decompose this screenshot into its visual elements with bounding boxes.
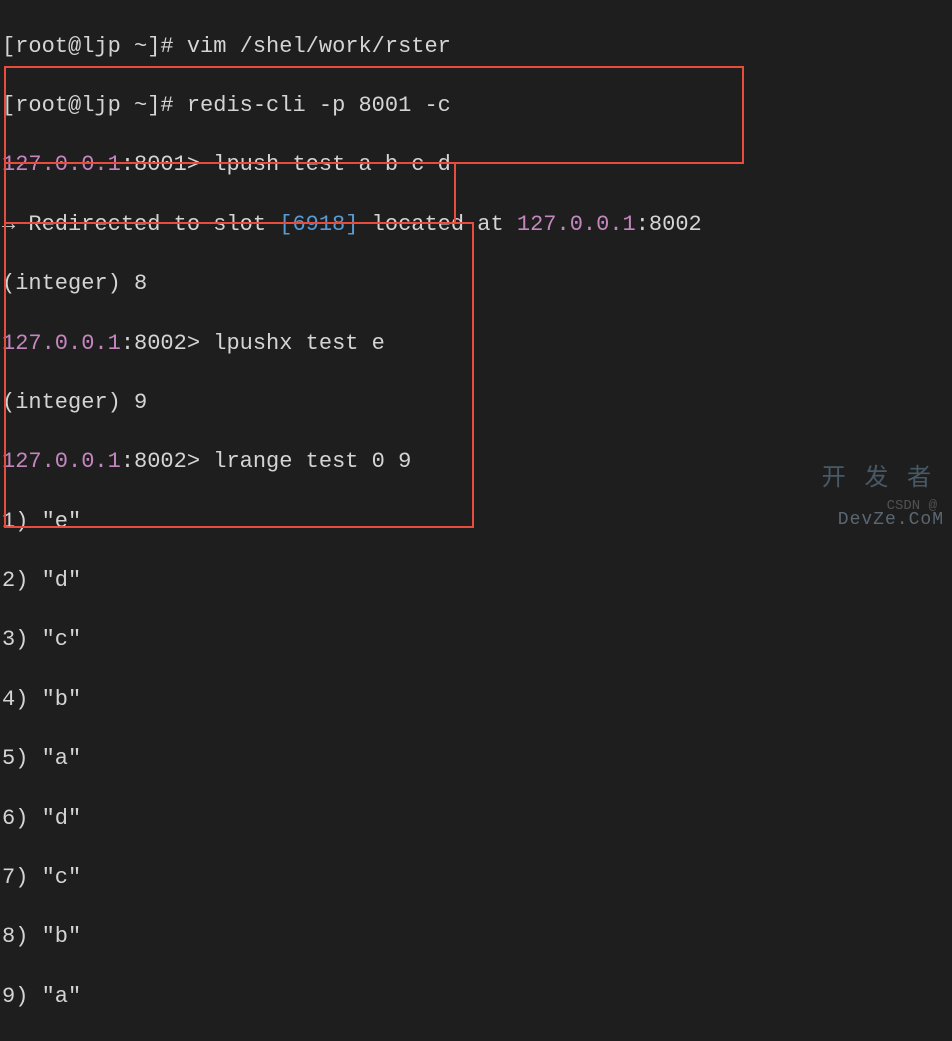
list-item: 3) "c"	[2, 625, 950, 655]
redis-result-2: (integer) 9	[2, 388, 950, 418]
list-item: 8) "b"	[2, 922, 950, 952]
list-item: 4) "b"	[2, 685, 950, 715]
redis-cmd-lrange: 127.0.0.1:8002> lrange test 0 9	[2, 447, 950, 477]
redis-result-1: (integer) 8	[2, 269, 950, 299]
redis-cmd-lpushx: 127.0.0.1:8002> lpushx test e	[2, 329, 950, 359]
list-item: 5) "a"	[2, 744, 950, 774]
watermark-cn: 开 发 者	[822, 462, 937, 494]
shell-line-1: [root@ljp ~]# vim /shel/work/rster	[2, 32, 950, 62]
shell-line-2: [root@ljp ~]# redis-cli -p 8001 -c	[2, 91, 950, 121]
redis-cmd-lpush: 127.0.0.1:8001> lpush test a b c d	[2, 150, 950, 180]
list-item: 1) "e"	[2, 507, 950, 537]
redis-redirect: → Redirected to slot [6918] located at 1…	[2, 210, 950, 240]
list-item: 6) "d"	[2, 804, 950, 834]
watermark-devze: DevZe.CoM	[838, 508, 944, 532]
list-item: 7) "c"	[2, 863, 950, 893]
list-item: 9) "a"	[2, 982, 950, 1012]
terminal-output[interactable]: [root@ljp ~]# vim /shel/work/rster [root…	[2, 2, 950, 1041]
list-item: 2) "d"	[2, 566, 950, 596]
